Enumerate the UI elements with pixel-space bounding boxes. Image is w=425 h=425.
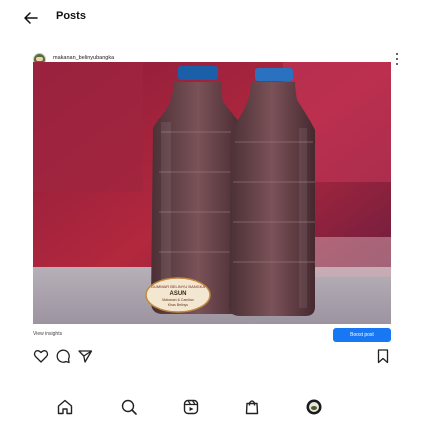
label-line-4: Khas Belinyu — [168, 303, 188, 307]
boost-post-button[interactable]: Boost post — [333, 328, 391, 342]
reels-icon[interactable] — [182, 398, 200, 416]
arrow-left-icon[interactable] — [22, 9, 40, 27]
product-label: GUMMAR BELINYU BANGKA ASUN Makanan & Cam… — [145, 277, 211, 313]
label-line-2: ASUN — [169, 291, 186, 297]
profile-icon[interactable] — [305, 398, 323, 416]
bookmark-icon[interactable] — [375, 348, 391, 364]
heart-icon[interactable] — [33, 348, 49, 364]
label-line-1: GUMMAR BELINYU BANGKA — [151, 284, 206, 289]
post-image: GUMMAR BELINYU BANGKA ASUN Makanan & Cam… — [33, 62, 391, 324]
shop-icon[interactable] — [243, 398, 261, 416]
share-icon[interactable] — [77, 348, 93, 364]
view-insights-link[interactable]: View insights — [33, 331, 62, 337]
home-icon[interactable] — [56, 398, 74, 416]
bottom-nav — [0, 390, 425, 425]
more-options-icon[interactable] — [395, 52, 399, 66]
insights-row: View insights Boost post — [33, 325, 391, 345]
post-actions — [33, 348, 391, 366]
comment-icon[interactable] — [55, 348, 71, 364]
page-title: Posts — [56, 10, 86, 22]
top-bar: Posts — [0, 0, 425, 36]
search-icon[interactable] — [120, 398, 138, 416]
label-line-3: Makanan & Camilan — [162, 298, 194, 302]
post-photo[interactable]: GUMMAR BELINYU BANGKA ASUN Makanan & Cam… — [33, 62, 391, 324]
username[interactable]: makanan_belinyubangka — [53, 55, 114, 61]
